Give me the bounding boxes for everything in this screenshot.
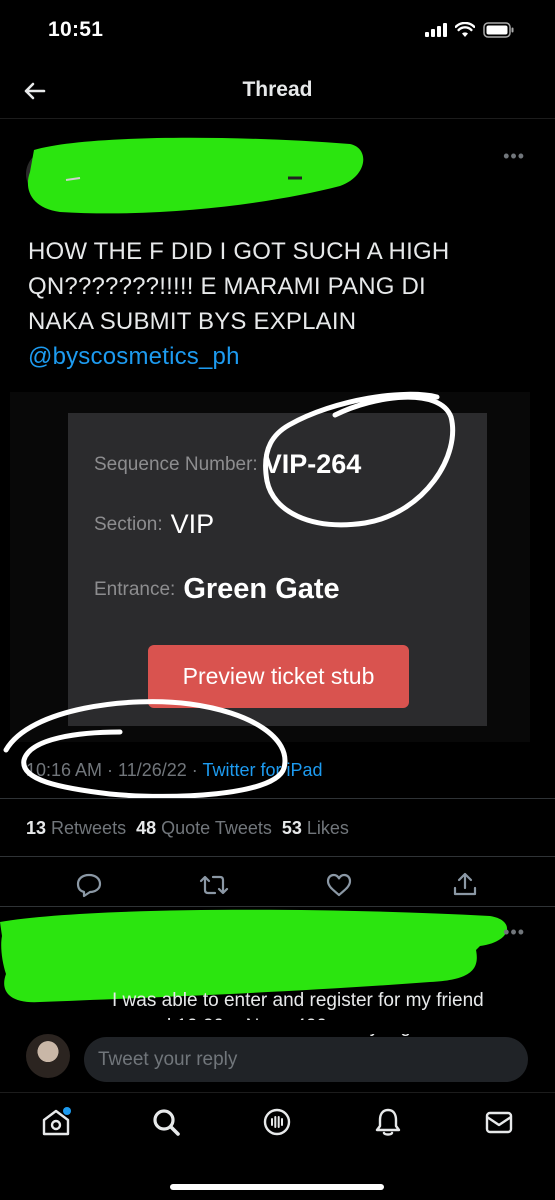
retweet-icon[interactable] [199, 870, 229, 900]
status-icons [425, 22, 515, 38]
tweet-line: HOW THE F DID I GOT SUCH A HIGH [28, 238, 450, 265]
meta-divider [0, 798, 555, 799]
likes-stat[interactable]: 53 Likes [282, 818, 349, 838]
sequence-label: Sequence Number: [94, 453, 258, 475]
search-icon[interactable] [150, 1106, 182, 1138]
home-icon[interactable] [40, 1106, 72, 1138]
entrance-label: Entrance: [94, 578, 176, 600]
notifications-icon[interactable] [372, 1106, 404, 1138]
reply-icon[interactable] [74, 870, 104, 900]
reply-line: I was able to enter and register for my … [112, 990, 484, 1011]
timestamp: 10:16 AM · 11/26/22 · [26, 760, 203, 780]
author-redaction [27, 137, 364, 214]
messages-icon[interactable] [483, 1106, 515, 1138]
section-label: Section: [94, 513, 163, 535]
retweets-stat[interactable]: 13 Retweets [26, 818, 126, 838]
quotes-stat[interactable]: 48 Quote Tweets [136, 818, 272, 838]
header-divider [0, 118, 555, 119]
reply-input[interactable]: Tweet your reply [84, 1037, 528, 1082]
source-link[interactable]: Twitter for iPad [202, 760, 322, 780]
user-avatar[interactable] [26, 1034, 70, 1078]
status-time: 10:51 [48, 18, 104, 41]
mention-link[interactable]: @byscosmetics_ph [28, 339, 528, 374]
preview-ticket-button[interactable]: Preview ticket stub [148, 645, 409, 708]
entrance-value: Green Gate [183, 573, 340, 605]
tabbar-divider [0, 1092, 555, 1093]
tweet-line: QN???????!!!!! E MARAMI PANG DI [28, 273, 426, 300]
section-value: VIP [170, 509, 215, 539]
reply-more-icon[interactable]: ••• [503, 922, 525, 943]
stats-divider [0, 856, 555, 857]
share-icon[interactable] [450, 870, 480, 900]
more-icon[interactable]: ••• [503, 146, 525, 167]
battery-icon [483, 22, 514, 38]
sequence-value: VIP-264 [263, 449, 362, 479]
tweet-meta: 10:16 AM · 11/26/22 · Twitter for iPad [26, 760, 323, 781]
home-indicator [170, 1184, 384, 1190]
like-icon[interactable] [324, 870, 354, 900]
wifi-icon [455, 22, 475, 37]
page-title: Thread [242, 78, 313, 101]
tweet-stats: 13 Retweets 48 Quote Tweets 53 Likes [26, 818, 349, 839]
cellular-signal-icon [425, 23, 447, 37]
tweet-actions [0, 866, 555, 906]
spaces-icon[interactable] [261, 1106, 293, 1138]
reply-clip [0, 1020, 555, 1034]
tweet-text: HOW THE F DID I GOT SUCH A HIGH QN??????… [28, 234, 528, 374]
tweet-line: NAKA SUBMIT BYS EXPLAIN [28, 308, 357, 335]
